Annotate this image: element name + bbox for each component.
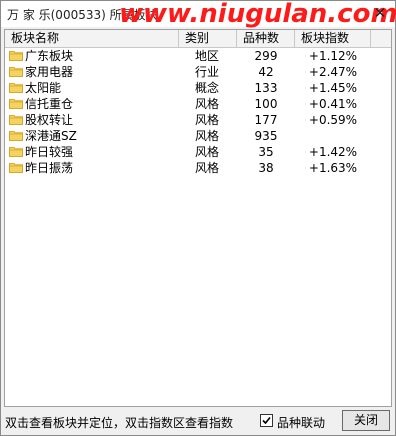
sector-type: 风格: [195, 113, 220, 127]
sector-type: 行业: [195, 65, 220, 79]
column-header-type[interactable]: 类别: [179, 30, 237, 47]
watermark: www.niugulan.com: [119, 0, 396, 29]
table-row[interactable]: 太阳能 概念 133 +1.45%: [5, 80, 391, 96]
table-row[interactable]: 家用电器 行业 42 +2.47%: [5, 64, 391, 80]
sector-type: 风格: [195, 97, 220, 111]
sector-index-change: +0.59%: [308, 113, 358, 127]
sector-name: 昨日振荡: [25, 161, 74, 175]
table-row[interactable]: 股权转让 风格 177 +0.59%: [5, 112, 391, 128]
sector-count: 177: [254, 113, 278, 127]
column-header-index[interactable]: 板块指数: [295, 30, 371, 47]
folder-icon: [9, 51, 23, 61]
linkage-label[interactable]: 品种联动: [277, 414, 325, 431]
table-row[interactable]: 信托重仓 风格 100 +0.41%: [5, 96, 391, 112]
folder-icon: [9, 115, 23, 125]
sector-list[interactable]: 板块名称 类别 品种数 板块指数 广东板块 地区 299 +1.12% 家用电器 行业 42…: [4, 29, 392, 407]
sector-type: 地区: [195, 49, 220, 63]
table-row[interactable]: 昨日较强 风格 35 +1.42%: [5, 144, 391, 160]
sector-count: 35: [258, 145, 274, 159]
sector-index-change: [295, 128, 371, 144]
list-header: 板块名称 类别 品种数 板块指数: [5, 30, 391, 48]
sector-count: 299: [254, 49, 278, 63]
sector-count: 935: [254, 129, 278, 143]
linkage-checkbox[interactable]: [260, 414, 273, 427]
sector-name: 广东板块: [25, 49, 74, 63]
sector-index-change: +1.42%: [308, 145, 358, 159]
folder-icon: [9, 131, 23, 141]
sector-count: 100: [254, 97, 278, 111]
sector-index-change: +2.47%: [308, 65, 358, 79]
sector-index-change: +0.41%: [308, 97, 358, 111]
column-header-name[interactable]: 板块名称: [5, 30, 179, 47]
folder-icon: [9, 163, 23, 173]
sector-count: 42: [258, 65, 274, 79]
sector-name: 昨日较强: [25, 145, 74, 159]
folder-icon: [9, 83, 23, 93]
table-row[interactable]: 昨日振荡 风格 38 +1.63%: [5, 160, 391, 176]
sector-count: 133: [254, 81, 278, 95]
sector-type: 风格: [195, 161, 220, 175]
sector-name: 信托重仓: [25, 97, 74, 111]
title-bar[interactable]: 万 家 乐(000533) 所属板块 www.niugulan.com ✕: [1, 0, 396, 29]
sector-index-change: +1.12%: [308, 49, 358, 63]
sector-type: 风格: [195, 145, 220, 159]
sector-name: 太阳能: [25, 81, 62, 95]
sector-index-change: +1.45%: [308, 81, 358, 95]
dialog-window: 万 家 乐(000533) 所属板块 www.niugulan.com ✕ 板块…: [0, 0, 396, 436]
close-button[interactable]: 关闭: [342, 410, 390, 431]
sector-count: 38: [258, 161, 274, 175]
sector-type: 风格: [195, 129, 220, 143]
sector-name: 家用电器: [25, 65, 74, 79]
sector-index-change: +1.63%: [308, 161, 358, 175]
folder-icon: [9, 67, 23, 77]
sector-name: 深港通SZ: [25, 129, 77, 143]
folder-icon: [9, 147, 23, 157]
folder-icon: [9, 99, 23, 109]
sector-name: 股权转让: [25, 113, 74, 127]
close-icon[interactable]: ✕: [371, 4, 389, 22]
status-hint: 双击查看板块并定位，双击指数区查看指数: [5, 416, 234, 430]
column-header-count[interactable]: 品种数: [237, 30, 295, 47]
table-row[interactable]: 广东板块 地区 299 +1.12%: [5, 48, 391, 64]
status-bar: 双击查看板块并定位，双击指数区查看指数 品种联动 关闭: [1, 407, 395, 435]
table-row[interactable]: 深港通SZ 风格 935: [5, 128, 391, 144]
checkmark-icon: [262, 416, 271, 425]
sector-type: 概念: [195, 81, 220, 95]
